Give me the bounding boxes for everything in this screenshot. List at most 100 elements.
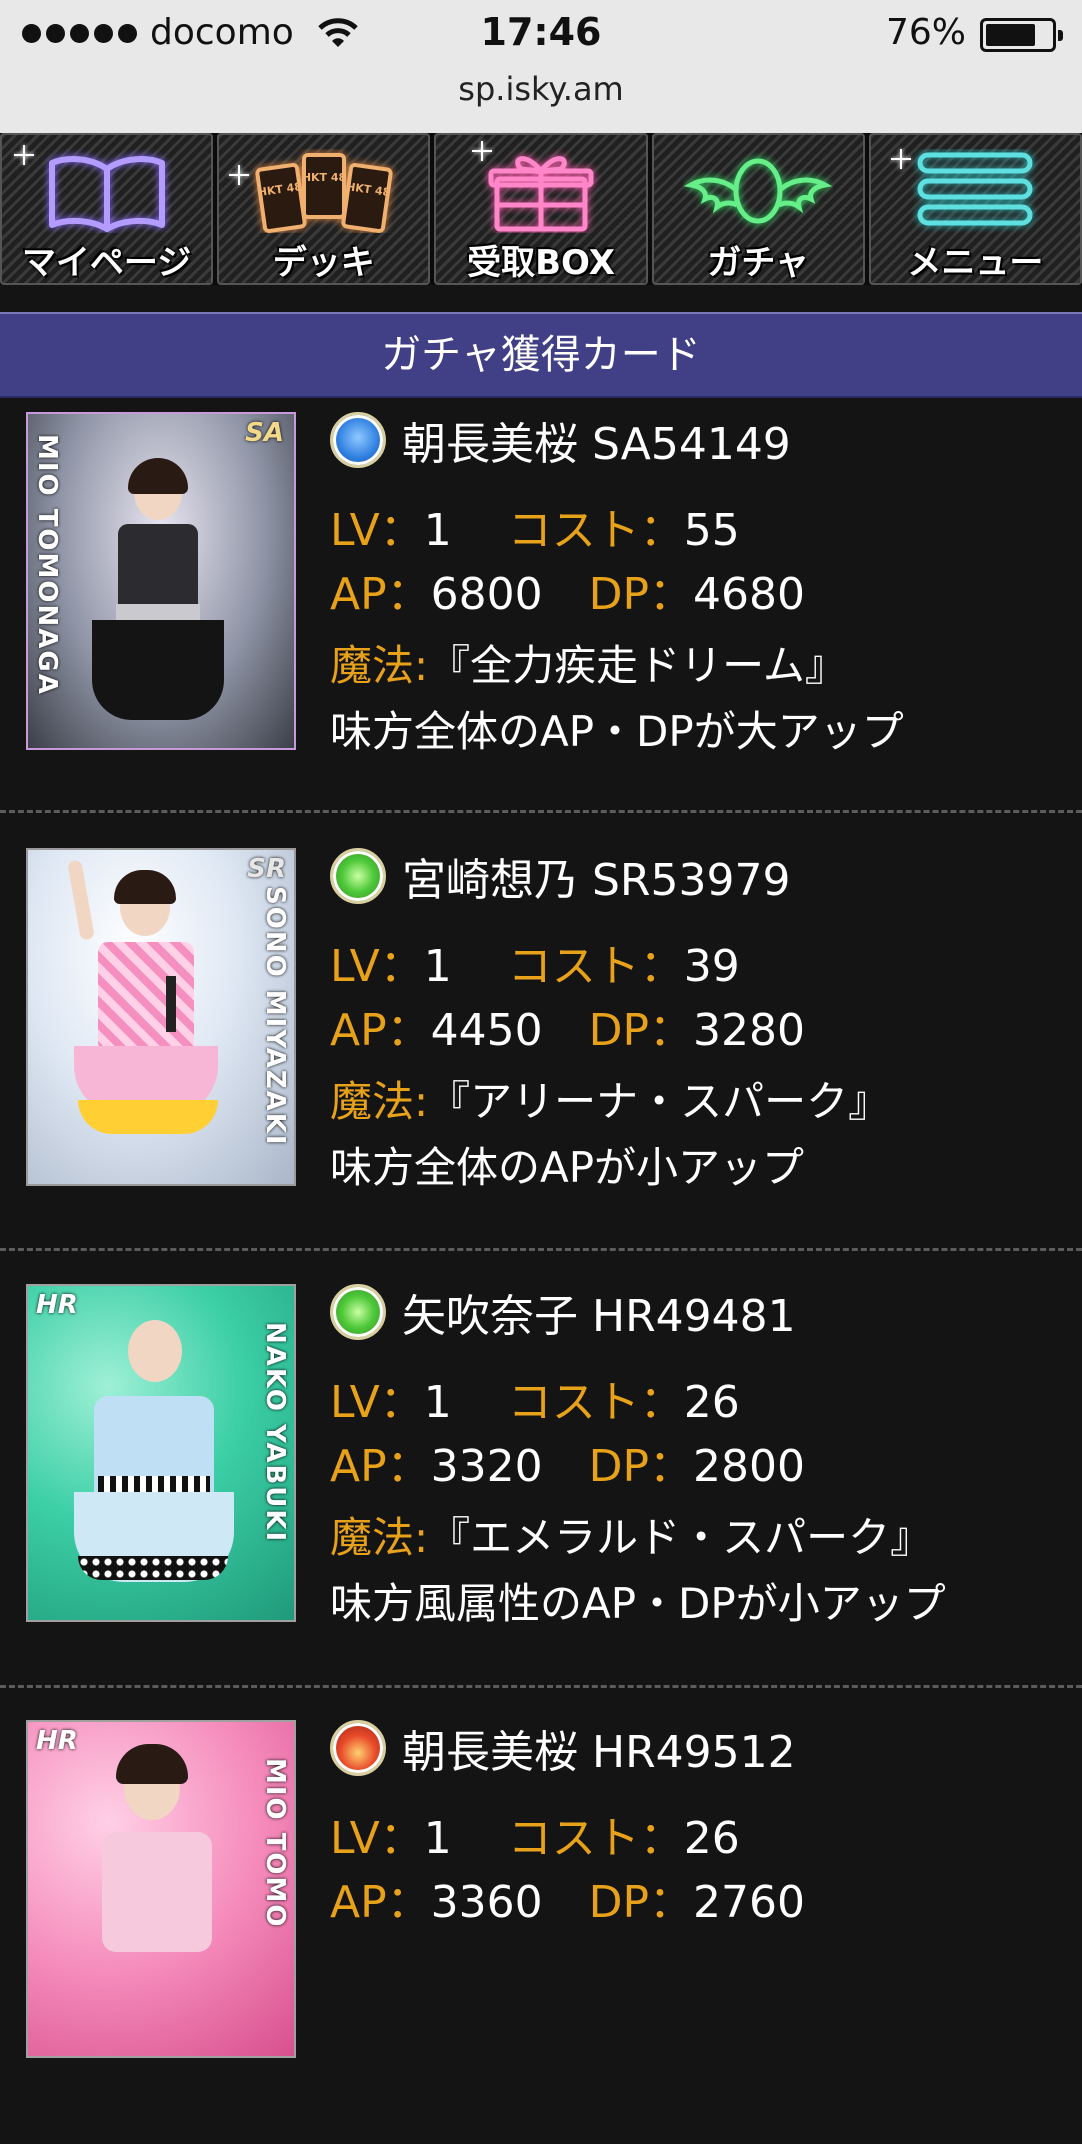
rarity-badge: SA [245,418,284,448]
lv-value: 1 [423,941,452,992]
nav-label: デッキ [272,243,375,283]
magic-line: 魔法:『アリーナ・スパーク』 [330,1068,890,1129]
cards-icon: HKT 48 HKT 48 HKT 48 [255,153,393,233]
nav-menu[interactable]: メニュー [868,133,1082,285]
card-list-item[interactable]: SR SONO MIYAZAKI 宮崎想乃 SR53979 LV：1 コスト：39… [0,836,1082,1272]
cost-label: コスト： [507,941,684,992]
card-list-item[interactable]: HR MIO TOMO 朝長美桜 HR49512 LV：1 コスト：26 AP：3… [0,1708,1082,2144]
magic-effect: 味方全体のAPが小アップ [330,1143,805,1192]
dp-label: DP： [588,1005,694,1056]
magic-label: 魔法: [330,1077,429,1126]
water-attribute-icon [330,412,386,468]
magic-effect: 味方風属性のAP・DPが小アップ [330,1579,946,1628]
dp-value: 4680 [693,569,806,620]
dp-value: 3280 [693,1005,806,1056]
level-cost-line: LV：1 コスト：26 [330,1366,740,1430]
magic-label: 魔法: [330,641,429,690]
cost-label: コスト： [507,1813,684,1864]
card-thumbnail[interactable]: HR NAKO YABUKI [26,1284,296,1622]
magic-effect: 味方全体のAP・DPが大アップ [330,707,904,756]
card-name: 矢吹奈子 HR49481 [402,1291,796,1342]
nav-mypage[interactable]: マイページ [0,133,214,285]
dp-label: DP： [588,1441,694,1492]
level-cost-line: LV：1 コスト：39 [330,930,740,994]
row-divider [0,1685,1082,1688]
ap-value: 6800 [430,569,543,620]
card-name: 宮崎想乃 SR53979 [402,855,791,906]
row-divider [0,810,1082,813]
battery-percentage: 76% [886,12,967,53]
book-icon [48,156,165,232]
rarity-badge: SR [247,854,286,884]
nav-label: 受取BOX [467,243,615,283]
nav-gift-box[interactable]: 受取BOX [434,133,648,285]
dp-label: DP： [588,1877,694,1928]
magic-line: 魔法:『全力疾走ドリーム』 [330,632,847,693]
card-thumbnail[interactable]: HR MIO TOMO [26,1720,296,2058]
nav-gacha[interactable]: ガチャ [651,133,865,285]
card-nameplate: NAKO YABUKI [260,1322,290,1544]
card-name: 朝長美桜 SA54149 [402,419,791,470]
ap-value: 3320 [430,1441,543,1492]
card-thumbnail[interactable]: SA MIO TOMONAGA [26,412,296,750]
level-cost-line: LV：1 コスト：26 [330,1802,740,1866]
ap-dp-line: AP：4450 DP：3280 [330,994,805,1058]
section-title: ガチャ獲得カード [0,312,1082,398]
cost-value: 26 [683,1813,740,1864]
ap-label: AP： [330,1441,431,1492]
magic-name: 『アリーナ・スパーク』 [428,1077,891,1126]
card-list-item[interactable]: SA MIO TOMONAGA 朝長美桜 SA54149 LV：1 コスト：55 … [0,400,1082,836]
cost-value: 39 [683,941,740,992]
card-nameplate: MIO TOMO [260,1758,290,1929]
nav-label: メニュー [907,243,1044,283]
fire-attribute-icon [330,1720,386,1776]
nav-label: マイページ [21,243,192,283]
nav-deck[interactable]: HKT 48 HKT 48 HKT 48 デッキ [217,133,431,285]
ap-label: AP： [330,1005,431,1056]
card-nameplate: SONO MIYAZAKI [260,886,290,1147]
lv-value: 1 [423,1813,452,1864]
gift-icon [488,156,594,232]
ap-dp-line: AP：6800 DP：4680 [330,558,805,622]
lv-value: 1 [423,505,452,556]
wind-attribute-icon [330,848,386,904]
card-name: 朝長美桜 HR49512 [402,1727,796,1778]
dp-value: 2800 [693,1441,806,1492]
idol-photo [68,1296,238,1620]
game-nav-bar: マイページ HKT 48 HKT 48 HKT 48 デッキ 受取BOX ガチャ… [0,133,1082,285]
lv-label: LV： [330,941,424,992]
browser-chrome: docomo 17:46 76% sp.isky.am [0,0,1082,133]
rarity-badge: HR [36,1290,78,1320]
lv-value: 1 [423,1377,452,1428]
idol-photo [88,1736,238,2056]
cost-value: 55 [683,505,740,556]
nav-label: ガチャ [707,243,810,283]
winged-egg-icon [683,158,833,224]
magic-name: 『全力疾走ドリーム』 [428,641,847,690]
cost-label: コスト： [507,1377,684,1428]
ap-value: 3360 [430,1877,543,1928]
dp-label: DP： [588,569,694,620]
level-cost-line: LV：1 コスト：55 [330,494,740,558]
ap-dp-line: AP：3320 DP：2800 [330,1430,805,1494]
dp-value: 2760 [693,1877,806,1928]
cost-value: 26 [683,1377,740,1428]
rarity-badge: HR [36,1726,78,1756]
card-list-item[interactable]: HR NAKO YABUKI 矢吹奈子 HR49481 LV：1 コスト：26 A… [0,1272,1082,1708]
magic-label: 魔法: [330,1513,429,1562]
row-divider [0,1248,1082,1251]
magic-line: 魔法:『エメラルド・スパーク』 [330,1504,932,1565]
ap-dp-line: AP：3360 DP：2760 [330,1866,805,1930]
idol-photo [67,859,218,1184]
magic-name: 『エメラルド・スパーク』 [428,1513,933,1562]
lv-label: LV： [330,505,424,556]
address-bar-url[interactable]: sp.isky.am [0,70,1082,108]
ap-label: AP： [330,569,431,620]
wind-attribute-icon [330,1284,386,1340]
cost-label: コスト： [507,505,684,556]
ap-label: AP： [330,1877,431,1928]
card-label: HKT 48 [302,171,346,184]
lv-label: LV： [330,1377,424,1428]
lv-label: LV： [330,1813,424,1864]
card-thumbnail[interactable]: SR SONO MIYAZAKI [26,848,296,1186]
